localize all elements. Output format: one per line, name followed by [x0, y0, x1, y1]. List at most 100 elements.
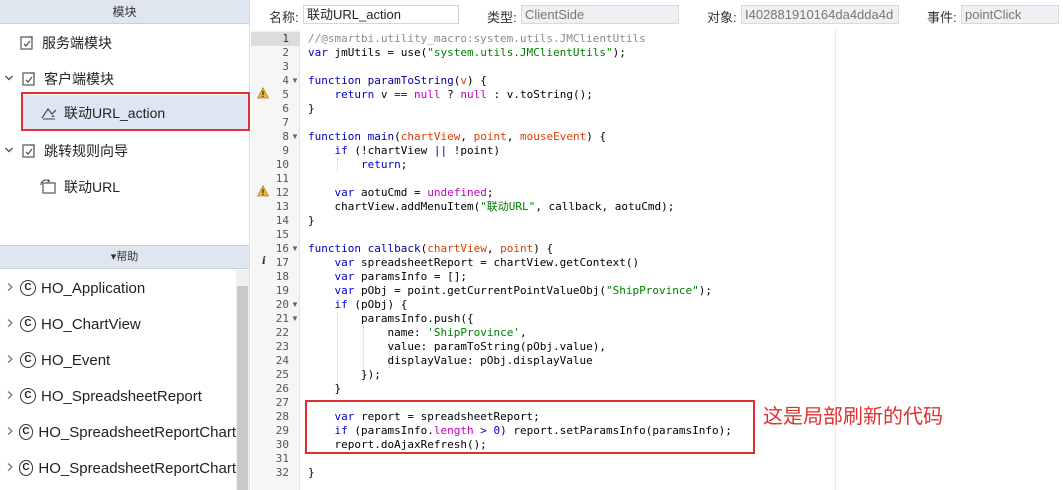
- help-item-label: HO_SpreadsheetReport: [41, 387, 202, 405]
- line-number: 15: [275, 228, 289, 241]
- class-icon: C: [20, 280, 36, 296]
- editor-gutter: 1 2 3 4 ▼ 5 6 7 8 ▼ 9 10 11 12 13 14 15 16 ▼ 17 18 19 20 ▼ 21 ▼ 22…: [251, 30, 300, 490]
- chevron-right-icon[interactable]: [0, 461, 19, 475]
- tree-item-server-module[interactable]: 服务端模块: [18, 25, 112, 61]
- tree-item-jump-wizard[interactable]: 跳转规则向导: [4, 133, 128, 169]
- annotation-text: 这是局部刷新的代码: [763, 404, 943, 428]
- chevron-right-icon[interactable]: [0, 317, 20, 331]
- line-number: 8: [282, 130, 289, 143]
- line-number: 23: [275, 340, 289, 353]
- line-number: 21: [275, 312, 289, 325]
- fold-toggle-icon[interactable]: ▼: [291, 130, 299, 144]
- line-number: 6: [282, 102, 289, 115]
- line-number: 2: [282, 46, 289, 59]
- line-number: 26: [275, 382, 289, 395]
- line-number: 14: [275, 214, 289, 227]
- help-scrollbar[interactable]: [236, 270, 249, 490]
- class-icon: C: [18, 424, 34, 440]
- code-line-14: }: [308, 214, 315, 227]
- help-item[interactable]: C HO_Event: [0, 342, 236, 378]
- code-line-24: displayValue: pObj.displayValue: [308, 354, 593, 367]
- chevron-down-icon[interactable]: [4, 73, 16, 86]
- code-line-17: var spreadsheetReport = chartView.getCon…: [334, 256, 640, 269]
- modules-panel-header: 模块: [0, 0, 249, 24]
- line-number: 7: [282, 116, 289, 129]
- line-number: 31: [275, 452, 289, 465]
- class-icon: C: [20, 352, 36, 368]
- warning-icon: [257, 185, 269, 197]
- help-item[interactable]: C HO_SpreadsheetReportChart: [0, 414, 236, 450]
- line-number: 13: [275, 200, 289, 213]
- code-line-22: name: 'ShipProvince',: [308, 326, 527, 339]
- help-item-label: HO_Application: [41, 279, 146, 297]
- line-number: 18: [275, 270, 289, 283]
- line-number: 27: [275, 396, 289, 409]
- tree-item-link-url[interactable]: 联动URL: [40, 169, 120, 205]
- line-number: 32: [275, 466, 289, 479]
- line-number: 10: [275, 158, 289, 171]
- tree-item-client-module[interactable]: 客户端模块: [4, 61, 114, 97]
- left-panel: 模块 服务端模块 客户端模块 联动URL_action 跳转规则向导 联动URL…: [0, 0, 250, 490]
- event-label: 事件:: [927, 10, 957, 25]
- fold-toggle-icon[interactable]: ▼: [291, 312, 299, 326]
- jump-wizard-icon: [20, 142, 38, 160]
- line-number: 17: [275, 256, 289, 269]
- code-area[interactable]: //@smartbi.utility_macro:system.utils.JM…: [308, 30, 828, 490]
- code-line-26: }: [308, 382, 342, 395]
- chevron-right-icon[interactable]: [0, 281, 20, 295]
- type-label: 类型:: [487, 10, 517, 25]
- code-line-5: return v == null ? null : v.toString();: [334, 88, 593, 101]
- line-number: 11: [275, 172, 289, 185]
- help-item[interactable]: C HO_SpreadsheetReport: [0, 378, 236, 414]
- help-item-label: HO_SpreadsheetReportChart: [38, 423, 236, 441]
- tree-item-label: 跳转规则向导: [44, 143, 128, 159]
- help-item-label: HO_Event: [41, 351, 111, 369]
- help-item[interactable]: C HO_Application: [0, 270, 236, 306]
- fold-toggle-icon[interactable]: ▼: [291, 298, 299, 312]
- line-number: 16: [275, 242, 289, 255]
- code-line-9: if (!chartView || !point): [334, 144, 501, 157]
- help-item[interactable]: C HO_ChartView: [0, 306, 236, 342]
- scrollbar-thumb[interactable]: [237, 286, 248, 490]
- line-number: 5: [282, 88, 289, 101]
- chevron-right-icon[interactable]: [0, 425, 19, 439]
- chevron-right-icon[interactable]: [0, 353, 20, 367]
- code-line-10: return;: [360, 158, 408, 171]
- code-line-6: }: [308, 102, 315, 115]
- line-number: 9: [282, 144, 289, 157]
- help-item[interactable]: C HO_SpreadsheetReportChart: [0, 450, 236, 486]
- code-line-25: });: [308, 368, 381, 381]
- name-input[interactable]: 联动URL_action: [303, 5, 459, 24]
- line-number: 28: [275, 410, 289, 423]
- line-number: 25: [275, 368, 289, 381]
- tree-item-action-link[interactable]: 联动URL_action: [22, 95, 248, 131]
- line-number: 20: [275, 298, 289, 311]
- class-icon: C: [20, 316, 36, 332]
- fold-toggle-icon[interactable]: ▼: [291, 74, 299, 88]
- code-line-16: function callback(chartView, point) {: [308, 242, 554, 255]
- server-module-icon: [18, 34, 36, 52]
- type-field: ClientSide: [521, 5, 679, 24]
- class-icon: C: [20, 388, 36, 404]
- code-line-18: var paramsInfo = [];: [334, 270, 467, 283]
- line-number: 12: [275, 186, 289, 199]
- event-field: pointClick: [961, 5, 1059, 24]
- help-list: C HO_Application C HO_ChartView C HO_Eve…: [0, 270, 236, 490]
- line-number: 19: [275, 284, 289, 297]
- chevron-right-icon[interactable]: [0, 389, 20, 403]
- code-line-8: function main(chartView, point, mouseEve…: [308, 130, 607, 143]
- object-field: I402881910164da4dda4d: [741, 5, 899, 24]
- help-item-label: HO_ChartView: [41, 315, 141, 333]
- fold-toggle-icon[interactable]: ▼: [291, 242, 299, 256]
- code-line-32: }: [308, 466, 315, 479]
- chevron-down-icon[interactable]: [4, 145, 16, 158]
- warning-icon: [257, 87, 269, 99]
- code-line-1: //@smartbi.utility_macro:system.utils.JM…: [308, 32, 646, 45]
- line-number: 3: [282, 60, 289, 73]
- name-label: 名称:: [269, 10, 299, 25]
- help-panel-header[interactable]: ▾帮助: [0, 245, 249, 269]
- code-line-2: var jmUtils = use("system.utils.JMClient…: [308, 46, 626, 59]
- code-line-20: if (pObj) {: [334, 298, 408, 311]
- code-line-19: var pObj = point.getCurrentPointValueObj…: [334, 284, 713, 297]
- code-line-23: value: paramToString(pObj.value),: [308, 340, 607, 353]
